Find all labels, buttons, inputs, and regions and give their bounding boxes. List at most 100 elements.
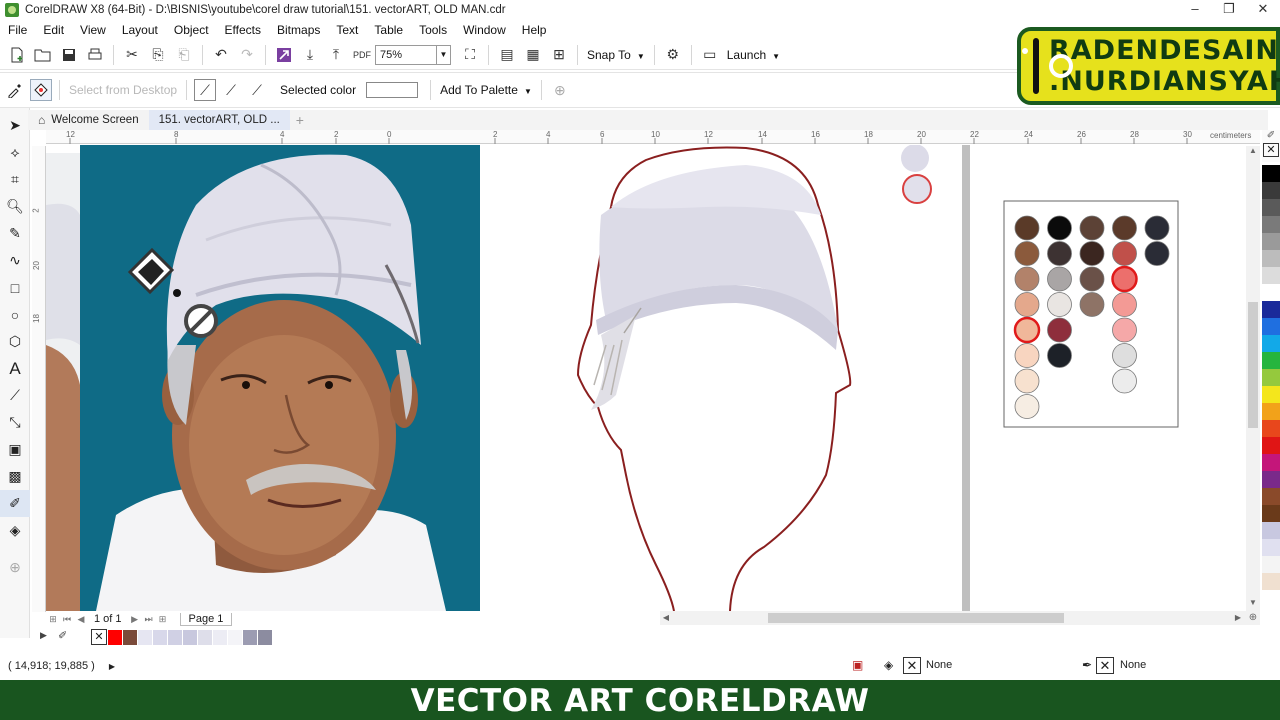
eyedropper-icon[interactable] bbox=[4, 79, 26, 101]
show-rulers-icon[interactable]: ▤ bbox=[496, 44, 518, 66]
launch-dropdown[interactable]: Launch ▼ bbox=[723, 48, 784, 62]
document-palette-swatch[interactable] bbox=[108, 629, 123, 645]
skin-color-swatch[interactable] bbox=[1047, 215, 1072, 241]
text-tool-icon[interactable]: A bbox=[0, 355, 30, 382]
status-expand-icon[interactable]: ▶ bbox=[109, 662, 115, 671]
search-content-icon[interactable] bbox=[273, 44, 295, 66]
sampled-color-dot[interactable] bbox=[901, 145, 929, 172]
palette-color-swatch[interactable] bbox=[1262, 386, 1280, 403]
palette-color-swatch[interactable] bbox=[1262, 420, 1280, 437]
restore-button[interactable]: ❐ bbox=[1212, 0, 1246, 20]
crop-tool-icon[interactable]: ⌗ bbox=[0, 166, 30, 193]
document-palette-swatch[interactable] bbox=[153, 629, 168, 645]
skin-color-swatch[interactable] bbox=[1014, 368, 1040, 394]
add-tool-icon[interactable]: ⊕ bbox=[0, 554, 30, 581]
ellipse-tool-icon[interactable]: ○ bbox=[0, 301, 30, 328]
skin-color-swatch[interactable] bbox=[1112, 368, 1137, 394]
document-palette-swatch[interactable] bbox=[198, 629, 213, 645]
add-page-after-icon[interactable]: ⊞ bbox=[156, 614, 170, 625]
menu-text[interactable]: Text bbox=[328, 23, 366, 37]
skin-color-swatch[interactable] bbox=[1079, 241, 1105, 266]
skin-color-swatch[interactable] bbox=[1144, 215, 1170, 241]
tab-document[interactable]: 151. vectorART, OLD ... bbox=[148, 110, 290, 130]
tab-welcome-screen[interactable]: ⌂ Welcome Screen bbox=[28, 110, 149, 130]
palette-color-swatch[interactable] bbox=[1262, 403, 1280, 420]
drawing-canvas[interactable] bbox=[46, 145, 1260, 611]
menu-edit[interactable]: Edit bbox=[35, 23, 72, 37]
palette-color-swatch[interactable] bbox=[1262, 165, 1280, 182]
scroll-right-icon[interactable]: ▶ bbox=[1232, 611, 1244, 625]
undo-icon[interactable]: ↶ bbox=[210, 44, 232, 66]
palette-color-swatch[interactable] bbox=[1262, 352, 1280, 369]
menu-file[interactable]: File bbox=[0, 23, 35, 37]
palette-color-swatch[interactable] bbox=[1262, 250, 1280, 267]
menu-object[interactable]: Object bbox=[166, 23, 217, 37]
palette-color-swatch[interactable] bbox=[1262, 573, 1280, 590]
outline-none-swatch[interactable]: ✕ bbox=[1096, 657, 1114, 674]
skin-color-swatch[interactable] bbox=[1144, 241, 1170, 266]
select-from-desktop-button[interactable]: Select from Desktop bbox=[65, 83, 181, 97]
palette-color-swatch[interactable] bbox=[1262, 539, 1280, 556]
sample-5x5-icon[interactable]: ⟋ bbox=[246, 79, 268, 101]
drop-shadow-icon[interactable]: ▣ bbox=[0, 436, 30, 463]
scroll-down-icon[interactable]: ▼ bbox=[1247, 598, 1259, 610]
palette-color-swatch[interactable] bbox=[1262, 199, 1280, 216]
minimize-button[interactable]: – bbox=[1178, 0, 1212, 20]
document-palette-swatch[interactable] bbox=[183, 629, 198, 645]
color-proof-icon[interactable]: ▣ bbox=[852, 658, 863, 672]
launch-app-icon[interactable]: ▭ bbox=[699, 44, 721, 66]
copy-icon[interactable]: ⎘ bbox=[147, 44, 169, 66]
palette-color-swatch[interactable] bbox=[1262, 488, 1280, 505]
scrollbar-thumb[interactable] bbox=[768, 613, 1064, 623]
scroll-up-icon[interactable]: ▲ bbox=[1247, 146, 1259, 158]
skin-color-swatch[interactable] bbox=[1014, 343, 1040, 368]
add-to-palette-dropdown[interactable]: Add To Palette ▼ bbox=[436, 83, 536, 97]
first-page-icon[interactable]: ⏮ bbox=[60, 614, 74, 625]
skin-color-swatch[interactable] bbox=[1014, 394, 1040, 419]
skin-color-swatch[interactable] bbox=[1111, 265, 1138, 293]
show-grid-icon[interactable]: ▦ bbox=[522, 44, 544, 66]
add-page-before-icon[interactable]: ⊞ bbox=[46, 614, 60, 625]
palette-color-swatch[interactable] bbox=[1262, 182, 1280, 199]
palette-color-swatch[interactable] bbox=[1262, 522, 1280, 539]
menu-bitmaps[interactable]: Bitmaps bbox=[269, 23, 328, 37]
transparency-tool-icon[interactable]: ▩ bbox=[0, 463, 30, 490]
scroll-left-icon[interactable]: ◀ bbox=[660, 611, 672, 625]
horizontal-ruler[interactable]: 12 8 4 2 0 2 4 6 10 12 14 16 18 20 22 24… bbox=[46, 130, 1260, 144]
export-icon[interactable]: ⤒ bbox=[325, 44, 347, 66]
previous-page-icon[interactable]: ◀ bbox=[74, 614, 88, 625]
publish-pdf-icon[interactable]: PDF bbox=[351, 44, 373, 66]
skin-color-swatch[interactable] bbox=[1112, 241, 1137, 266]
artistic-media-icon[interactable]: ∿ bbox=[0, 247, 30, 274]
scrollbar-thumb[interactable] bbox=[1248, 302, 1258, 428]
zoom-navigator-icon[interactable]: ⊕ bbox=[1246, 611, 1260, 625]
menu-table[interactable]: Table bbox=[366, 23, 411, 37]
skin-color-swatch[interactable] bbox=[1013, 316, 1041, 344]
menu-tools[interactable]: Tools bbox=[411, 23, 455, 37]
palette-color-swatch[interactable] bbox=[1262, 437, 1280, 454]
zoom-level-select[interactable]: 75% ▼ bbox=[375, 44, 451, 65]
menu-effects[interactable]: Effects bbox=[217, 23, 269, 37]
palette-color-swatch[interactable] bbox=[1262, 284, 1280, 301]
palette-color-swatch[interactable] bbox=[1262, 454, 1280, 471]
fill-none-swatch[interactable]: ✕ bbox=[903, 657, 921, 674]
palette-color-swatch[interactable] bbox=[1262, 505, 1280, 522]
show-guidelines-icon[interactable]: ⊞ bbox=[548, 44, 570, 66]
palette-color-swatch[interactable] bbox=[1262, 301, 1280, 318]
reference-photo[interactable] bbox=[46, 145, 480, 611]
horizontal-scrollbar[interactable]: ◀ ▶ ⊕ bbox=[660, 611, 1260, 625]
menu-window[interactable]: Window bbox=[455, 23, 514, 37]
skin-color-swatch[interactable] bbox=[1014, 266, 1040, 292]
document-palette-swatch[interactable] bbox=[168, 629, 183, 645]
skin-color-swatch[interactable] bbox=[1047, 343, 1072, 368]
interactive-fill-icon[interactable]: ◈ bbox=[0, 517, 30, 544]
skin-color-swatch[interactable] bbox=[1047, 241, 1072, 266]
save-icon[interactable] bbox=[58, 44, 80, 66]
import-icon[interactable]: ⤓ bbox=[299, 44, 321, 66]
options-gear-icon[interactable]: ⚙ bbox=[662, 44, 684, 66]
palette-color-swatch[interactable] bbox=[1262, 556, 1280, 573]
palette-color-swatch[interactable] bbox=[1262, 233, 1280, 250]
menu-help[interactable]: Help bbox=[514, 23, 555, 37]
paste-icon[interactable]: ⎗ bbox=[173, 44, 195, 66]
vertical-scrollbar[interactable]: ▲ ▼ bbox=[1246, 146, 1260, 612]
